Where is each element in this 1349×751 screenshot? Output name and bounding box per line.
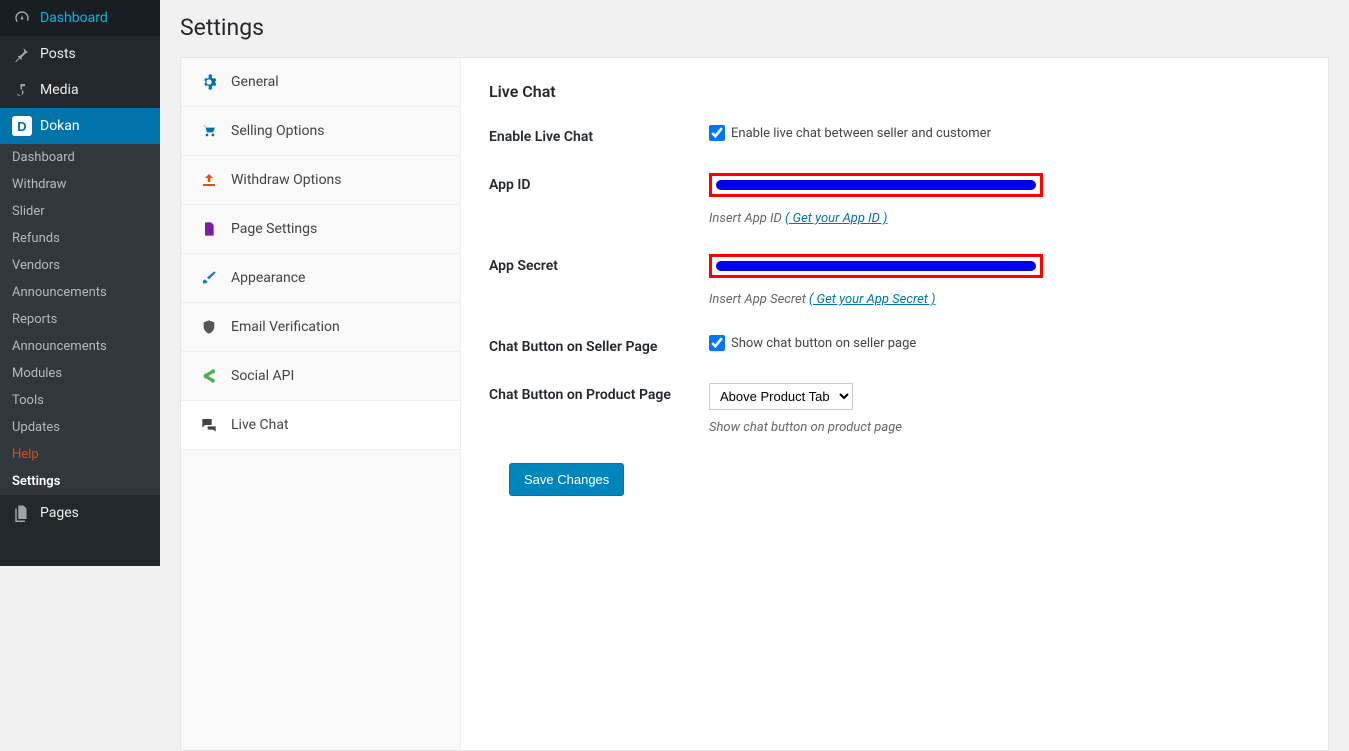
dokan-icon: D — [12, 116, 32, 136]
row-enable-chat: Enable Live Chat Enable live chat betwee… — [489, 125, 1300, 145]
sub-announcements-2[interactable]: Announcements — [0, 333, 160, 360]
sidebar-label: Posts — [40, 46, 76, 62]
tab-label: Page Settings — [231, 221, 317, 237]
sub-announcements[interactable]: Announcements — [0, 279, 160, 306]
label-product-btn: Chat Button on Product Page — [489, 383, 709, 403]
appsecret-input[interactable] — [716, 261, 1036, 271]
admin-sidebar: Dashboard Posts Media D Dokan Dashboard … — [0, 0, 160, 566]
label-seller-btn: Chat Button on Seller Page — [489, 335, 709, 355]
tab-withdraw[interactable]: Withdraw Options — [181, 156, 460, 205]
tab-selling[interactable]: Selling Options — [181, 107, 460, 156]
sub-refunds[interactable]: Refunds — [0, 225, 160, 252]
active-notch — [160, 118, 168, 134]
label-appsecret: App Secret — [489, 254, 709, 274]
sub-withdraw[interactable]: Withdraw — [0, 171, 160, 198]
sidebar-label: Dashboard — [40, 10, 108, 26]
sub-vendors[interactable]: Vendors — [0, 252, 160, 279]
settings-panel: General Selling Options Withdraw Options… — [180, 57, 1329, 751]
pages-icon — [12, 503, 32, 523]
seller-btn-toggle[interactable]: Show chat button on seller page — [709, 335, 1300, 351]
appid-input[interactable] — [716, 180, 1036, 190]
tab-label: Selling Options — [231, 123, 324, 139]
seller-btn-checkbox[interactable] — [709, 335, 725, 351]
appid-input-highlight — [709, 173, 1043, 197]
label-enable-chat: Enable Live Chat — [489, 125, 709, 145]
sub-settings[interactable]: Settings — [0, 468, 160, 495]
tab-label: General — [231, 74, 279, 90]
sub-slider[interactable]: Slider — [0, 198, 160, 225]
tab-label: Social API — [231, 368, 294, 384]
appid-link[interactable]: ( Get your App ID ) — [785, 211, 887, 226]
enable-chat-text: Enable live chat between seller and cust… — [731, 126, 991, 141]
row-appsecret: App Secret Insert App Secret ( Get your … — [489, 254, 1300, 307]
row-appid: App ID Insert App ID ( Get your App ID ) — [489, 173, 1300, 226]
sidebar-item-dokan[interactable]: D Dokan — [0, 108, 160, 144]
sub-help[interactable]: Help — [0, 441, 160, 468]
row-seller-btn: Chat Button on Seller Page Show chat but… — [489, 335, 1300, 355]
gear-icon — [199, 74, 219, 90]
sidebar-item-posts[interactable]: Posts — [0, 36, 160, 72]
page-icon — [199, 221, 219, 237]
tab-appearance[interactable]: Appearance — [181, 254, 460, 303]
media-icon — [12, 80, 32, 100]
tab-spacer — [181, 450, 460, 750]
brush-icon — [199, 270, 219, 286]
seller-btn-text: Show chat button on seller page — [731, 336, 916, 351]
gauge-icon — [12, 8, 32, 28]
sidebar-label: Dokan — [40, 118, 80, 134]
appid-hint-text: Insert App ID — [709, 211, 785, 226]
chat-icon — [199, 417, 219, 433]
sub-reports[interactable]: Reports — [0, 306, 160, 333]
enable-chat-toggle[interactable]: Enable live chat between seller and cust… — [709, 125, 1300, 141]
appsecret-input-highlight — [709, 254, 1043, 278]
section-title: Live Chat — [489, 82, 1300, 101]
appid-hint: Insert App ID ( Get your App ID ) — [709, 211, 1300, 226]
tab-email[interactable]: Email Verification — [181, 303, 460, 352]
tab-page[interactable]: Page Settings — [181, 205, 460, 254]
sidebar-label: Pages — [40, 505, 79, 521]
content-area: Settings General Selling Options Withdra — [160, 0, 1349, 566]
appsecret-hint-text: Insert App Secret — [709, 292, 809, 307]
tab-social[interactable]: Social API — [181, 352, 460, 401]
shield-icon — [199, 319, 219, 335]
tab-livechat[interactable]: Live Chat — [181, 401, 460, 450]
sub-tools[interactable]: Tools — [0, 387, 160, 414]
sidebar-item-media[interactable]: Media — [0, 72, 160, 108]
product-btn-hint: Show chat button on product page — [709, 420, 1300, 435]
sidebar-submenu: Dashboard Withdraw Slider Refunds Vendor… — [0, 144, 160, 495]
tab-label: Withdraw Options — [231, 172, 342, 188]
product-btn-select[interactable]: Above Product Tab — [709, 383, 853, 410]
share-icon — [199, 368, 219, 384]
tab-general[interactable]: General — [181, 58, 460, 107]
appsecret-hint: Insert App Secret ( Get your App Secret … — [709, 292, 1300, 307]
tab-label: Email Verification — [231, 319, 340, 335]
settings-tabs: General Selling Options Withdraw Options… — [181, 58, 461, 750]
label-appid: App ID — [489, 173, 709, 193]
sub-modules[interactable]: Modules — [0, 360, 160, 387]
enable-chat-checkbox[interactable] — [709, 125, 725, 141]
sub-dashboard[interactable]: Dashboard — [0, 144, 160, 171]
pin-icon — [12, 44, 32, 64]
page-title: Settings — [180, 14, 1329, 41]
save-button[interactable]: Save Changes — [509, 463, 624, 496]
cart-icon — [199, 123, 219, 139]
row-product-btn: Chat Button on Product Page Above Produc… — [489, 383, 1300, 435]
sidebar-item-dashboard[interactable]: Dashboard — [0, 0, 160, 36]
appsecret-link[interactable]: ( Get your App Secret ) — [809, 292, 936, 307]
sidebar-label: Media — [40, 82, 79, 98]
settings-body: Live Chat Enable Live Chat Enable live c… — [461, 58, 1328, 750]
sub-updates[interactable]: Updates — [0, 414, 160, 441]
tab-label: Live Chat — [231, 417, 289, 433]
upload-icon — [199, 172, 219, 188]
tab-label: Appearance — [231, 270, 305, 286]
sidebar-item-pages[interactable]: Pages — [0, 495, 160, 531]
